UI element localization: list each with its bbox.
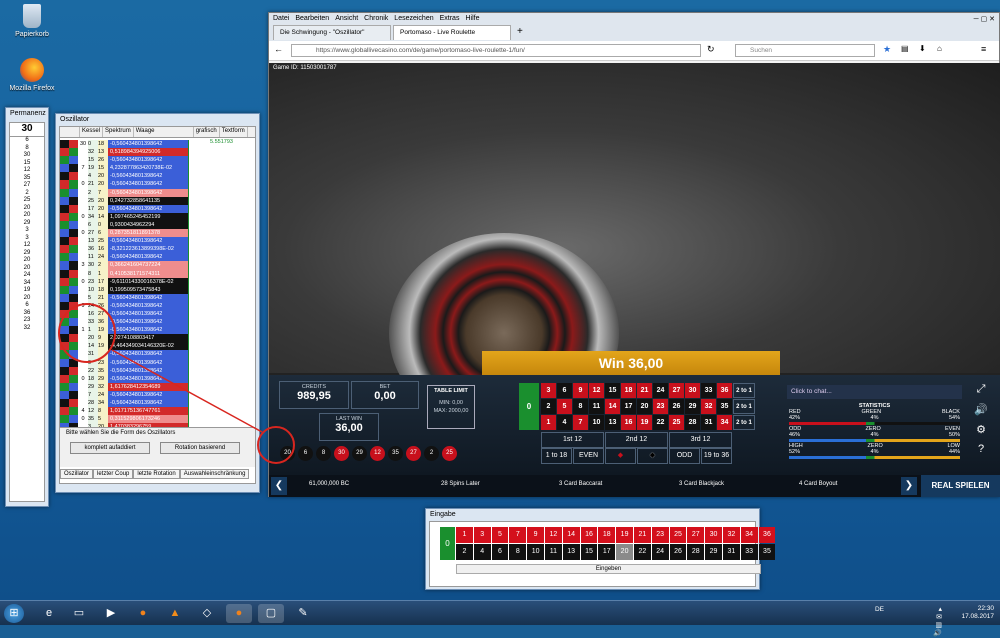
ie-icon[interactable]: e	[36, 604, 62, 623]
clock-time[interactable]: 22:30	[961, 605, 994, 613]
windows-logo-icon: ⊞	[9, 607, 19, 619]
annotation-line	[111, 349, 263, 433]
taskbar: ⊞ e ▭ ▶ ● ▲ ◇ ● ▢ ✎ DE ▴ ✉ ▥ 🔊 22:30 17.…	[0, 600, 1000, 637]
language-indicator[interactable]: DE	[875, 606, 884, 614]
media-player-icon[interactable]: ▶	[98, 604, 124, 623]
firefox-taskbar-icon[interactable]: ●	[130, 604, 156, 623]
virtualbox-icon[interactable]: ◇	[194, 604, 220, 623]
clock-date[interactable]: 17.08.2017	[961, 613, 994, 621]
tray-icons[interactable]: ▴ ✉ ▥ 🔊	[933, 606, 942, 638]
vlc-icon[interactable]: ▲	[162, 604, 188, 623]
system-tray: DE ▴ ✉ ▥ 🔊 22:30 17.08.2017	[875, 605, 994, 637]
explorer-icon[interactable]: ▭	[66, 604, 92, 623]
firefox-active-icon[interactable]: ●	[226, 604, 252, 623]
paint-icon[interactable]: ✎	[290, 604, 316, 623]
app-window-icon[interactable]: ▢	[258, 604, 284, 623]
start-button[interactable]: ⊞	[4, 604, 24, 623]
